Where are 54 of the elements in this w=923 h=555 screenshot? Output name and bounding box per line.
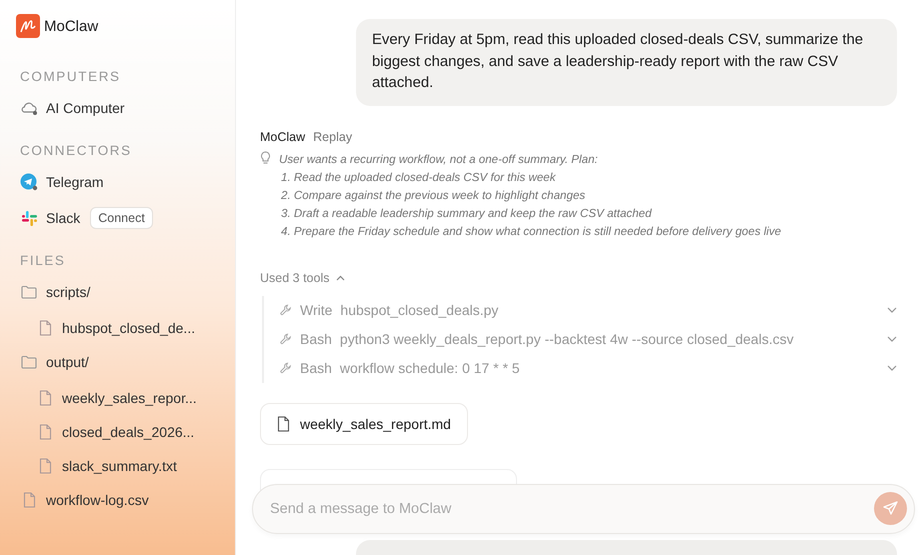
section-heading: FILES [20,253,67,268]
file-icon [38,458,52,474]
tool-name: Bash [300,331,332,347]
file-name[interactable]: weekly_sales_repor... [62,390,197,406]
slack-icon [20,210,38,226]
file-name[interactable]: workflow-log.csv [46,492,149,508]
folder-name[interactable]: output/ [46,354,89,370]
thinking-line: 3. Draft a readable leadership summary and keep the raw CSV attached [280,206,653,222]
chevron-icon[interactable] [887,365,897,371]
tools-toggle[interactable]: Used 3 tools [260,270,346,284]
wrench-icon [280,333,292,345]
file-name[interactable]: slack_summary.txt [62,458,177,474]
file-name[interactable]: closed_deals_2026... [62,424,194,440]
chevron-icon[interactable] [887,307,897,313]
tool-name: Bash [300,360,332,376]
logo-icon [16,14,40,38]
file-icon [277,416,290,432]
send-icon [883,501,898,516]
replay-link[interactable]: Replay [313,130,352,144]
thinking-line: 4. Prepare the Friday schedule and show what connection is still needed before delivery goes live [280,224,782,240]
assistant-name: MoClaw [260,130,306,144]
file-icon [38,424,52,440]
tool-argument: hubspot_closed_deals.py [340,302,500,318]
file-icon [38,390,52,406]
message-input[interactable]: Send a message to MoClaw [252,484,915,534]
connect-button[interactable]: Connect [90,207,153,229]
attachment-name: weekly_sales_report.md [300,416,451,432]
file-name[interactable]: hubspot_closed_de... [62,320,196,336]
file-icon [22,492,36,508]
wrench-icon [280,362,292,374]
file-icon [38,320,52,336]
tool-argument: python3 weekly_deals_report.py --backtest 4w --source closed_deals.csv [340,331,795,347]
thinking-line: 2. Compare against the previous week to highlight changes [280,188,586,204]
user-message: Every Friday at 5pm, read this uploaded closed-deals CSV, summarize the biggest changes, and save a leadership-ready report with the raw CSV attached. [356,19,897,106]
thinking-line: 1. Read the uploaded closed-deals CSV for this week [280,170,557,186]
attachment-card[interactable]: weekly_sales_report.md [260,402,468,444]
thinking-line: User wants a recurring workflow, not a one-off summary. Plan: [279,152,599,168]
chevron-icon[interactable] [887,336,897,342]
lightbulb-icon [260,150,271,164]
connector-name[interactable]: AI Computer [46,100,125,116]
cloud-icon [20,100,38,116]
section-heading: COMPUTERS [20,69,122,84]
folder-name[interactable]: scripts/ [46,284,90,300]
chevron-icon [336,274,346,280]
telegram-icon [20,173,38,191]
logo-text: MoClaw [44,18,98,34]
connector-name[interactable]: Slack [46,210,80,226]
connector-name[interactable]: Telegram [46,174,104,190]
tool-name: Write [300,302,332,318]
folder-icon [21,285,37,299]
wrench-icon [280,304,292,316]
folder-icon [21,355,37,369]
tool-argument: workflow schedule: 0 17 * * 5 [340,360,521,376]
section-heading: CONNECTORS [20,143,133,158]
